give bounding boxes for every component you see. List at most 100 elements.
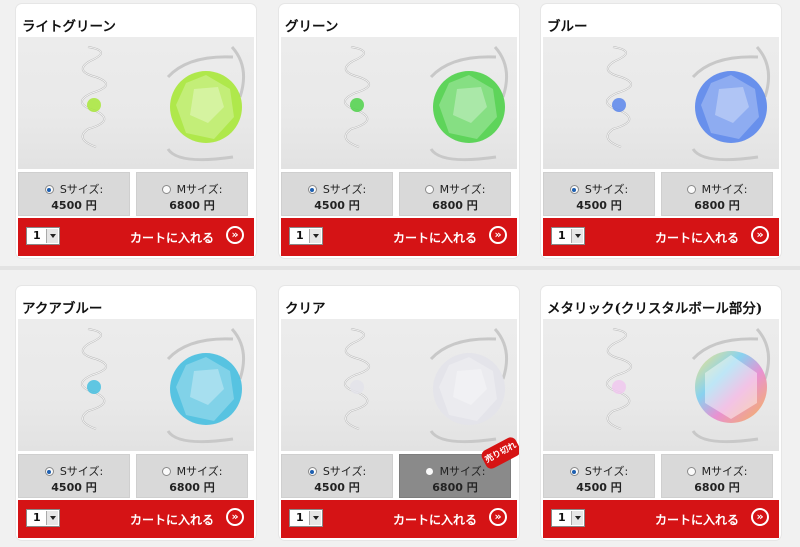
size-s-option[interactable]: Sサイズ: 4500 円 xyxy=(281,454,393,498)
cart-bar: 1 カートに入れる » xyxy=(18,500,254,538)
product-card: アクアブルー Sサイズ: 4500 円 Mサイズ: 6800 円 1 カートに入… xyxy=(16,286,256,540)
product-card: メタリック(クリスタルボール部分) Sサイズ: 4500 円 Mサイズ: 680… xyxy=(541,286,781,540)
size-s-option[interactable]: Sサイズ: 4500 円 xyxy=(18,454,130,498)
quantity-select[interactable]: 1 xyxy=(289,509,323,527)
size-m-option[interactable]: Mサイズ: 6800 円 xyxy=(661,454,773,498)
quantity-select[interactable]: 1 xyxy=(26,509,60,527)
product-title: グリーン xyxy=(285,19,339,35)
size-s-price: 4500 円 xyxy=(51,199,97,212)
size-m-option[interactable]: Mサイズ: 6800 円 xyxy=(399,172,511,216)
radio-s[interactable] xyxy=(307,467,317,476)
product-title: アクアブルー xyxy=(22,301,103,317)
size-s-label: Sサイズ: xyxy=(322,183,367,196)
size-m-option[interactable]: Mサイズ: 6800 円 xyxy=(136,454,248,498)
chevron-down-icon[interactable] xyxy=(46,511,58,525)
chevron-right-circle-icon[interactable]: » xyxy=(226,508,244,526)
product-card: ブルー Sサイズ: 4500 円 Mサイズ: 6800 円 1 カートに入れる … xyxy=(541,4,781,258)
radio-m[interactable] xyxy=(161,185,171,194)
chevron-right-circle-icon[interactable]: » xyxy=(489,508,507,526)
size-s-label: Sサイズ: xyxy=(59,183,104,196)
size-m-price: 6800 円 xyxy=(694,481,740,494)
chevron-down-icon[interactable] xyxy=(309,229,321,243)
size-s-price: 4500 円 xyxy=(576,199,622,212)
size-s-price: 4500 円 xyxy=(314,199,360,212)
chevron-right-circle-icon[interactable]: » xyxy=(226,226,244,244)
cart-bar: 1 カートに入れる » xyxy=(543,218,779,256)
size-m-label: Mサイズ: xyxy=(701,183,748,196)
chevron-down-icon[interactable] xyxy=(571,511,583,525)
add-to-cart-button[interactable]: カートに入れる xyxy=(130,229,214,246)
radio-s[interactable] xyxy=(44,467,54,476)
radio-m[interactable] xyxy=(686,185,696,194)
size-m-label: Mサイズ: xyxy=(176,183,223,196)
size-s-label: Sサイズ: xyxy=(584,465,629,478)
row-divider xyxy=(0,266,800,270)
product-photo xyxy=(543,319,779,451)
radio-m[interactable] xyxy=(424,467,434,476)
radio-s[interactable] xyxy=(44,185,54,194)
size-s-price: 4500 円 xyxy=(51,481,97,494)
size-m-option[interactable]: Mサイズ: 6800 円 xyxy=(661,172,773,216)
cart-bar: 1 カートに入れる » xyxy=(281,218,517,256)
cart-bar: 1 カートに入れる » xyxy=(18,218,254,256)
cart-bar: 1 カートに入れる » xyxy=(281,500,517,538)
add-to-cart-button[interactable]: カートに入れる xyxy=(393,511,477,528)
radio-s[interactable] xyxy=(569,185,579,194)
quantity-select[interactable]: 1 xyxy=(551,227,585,245)
quantity-select[interactable]: 1 xyxy=(551,509,585,527)
product-photo xyxy=(18,319,254,451)
radio-m[interactable] xyxy=(424,185,434,194)
size-m-option[interactable]: Mサイズ: 6800 円 xyxy=(136,172,248,216)
radio-m[interactable] xyxy=(161,467,171,476)
chevron-down-icon[interactable] xyxy=(571,229,583,243)
size-s-label: Sサイズ: xyxy=(584,183,629,196)
product-title: ライトグリーン xyxy=(22,19,116,35)
size-s-price: 4500 円 xyxy=(576,481,622,494)
product-photo xyxy=(543,37,779,169)
size-m-price: 6800 円 xyxy=(432,481,478,494)
chevron-down-icon[interactable] xyxy=(46,229,58,243)
size-s-price: 4500 円 xyxy=(314,481,360,494)
quantity-value: 1 xyxy=(33,229,41,242)
size-m-price: 6800 円 xyxy=(169,481,215,494)
product-card: ライトグリーン Sサイズ: 4500 円 Mサイズ: 6800 円 1 カートに… xyxy=(16,4,256,258)
size-s-option[interactable]: Sサイズ: 4500 円 xyxy=(543,172,655,216)
chevron-right-circle-icon[interactable]: » xyxy=(751,226,769,244)
quantity-select[interactable]: 1 xyxy=(26,227,60,245)
size-s-option[interactable]: Sサイズ: 4500 円 xyxy=(543,454,655,498)
quantity-select[interactable]: 1 xyxy=(289,227,323,245)
product-photo xyxy=(18,37,254,169)
add-to-cart-button[interactable]: カートに入れる xyxy=(393,229,477,246)
add-to-cart-button[interactable]: カートに入れる xyxy=(655,511,739,528)
product-photo xyxy=(281,37,517,169)
size-m-label: Mサイズ: xyxy=(439,465,486,478)
chevron-right-circle-icon[interactable]: » xyxy=(489,226,507,244)
product-title: ブルー xyxy=(547,19,588,35)
size-s-option[interactable]: Sサイズ: 4500 円 xyxy=(281,172,393,216)
add-to-cart-button[interactable]: カートに入れる xyxy=(130,511,214,528)
chevron-down-icon[interactable] xyxy=(309,511,321,525)
size-m-label: Mサイズ: xyxy=(701,465,748,478)
quantity-value: 1 xyxy=(558,229,566,242)
size-m-label: Mサイズ: xyxy=(439,183,486,196)
size-m-price: 6800 円 xyxy=(169,199,215,212)
radio-s[interactable] xyxy=(307,185,317,194)
quantity-value: 1 xyxy=(33,511,41,524)
radio-m[interactable] xyxy=(686,467,696,476)
product-title: メタリック(クリスタルボール部分) xyxy=(547,301,763,317)
add-to-cart-button[interactable]: カートに入れる xyxy=(655,229,739,246)
product-grid: ライトグリーン Sサイズ: 4500 円 Mサイズ: 6800 円 1 カートに… xyxy=(0,0,800,547)
product-title: クリア xyxy=(285,301,326,317)
product-photo xyxy=(281,319,517,451)
quantity-value: 1 xyxy=(296,229,304,242)
product-card: クリア Sサイズ: 4500 円 Mサイズ: 6800 円 売り切れ 1 カート… xyxy=(279,286,519,540)
product-card: グリーン Sサイズ: 4500 円 Mサイズ: 6800 円 1 カートに入れる… xyxy=(279,4,519,258)
size-m-price: 6800 円 xyxy=(432,199,478,212)
size-s-option[interactable]: Sサイズ: 4500 円 xyxy=(18,172,130,216)
size-m-option[interactable]: Mサイズ: 6800 円 売り切れ xyxy=(399,435,519,498)
radio-s[interactable] xyxy=(569,467,579,476)
cart-bar: 1 カートに入れる » xyxy=(543,500,779,538)
chevron-right-circle-icon[interactable]: » xyxy=(751,508,769,526)
size-m-price: 6800 円 xyxy=(694,199,740,212)
quantity-value: 1 xyxy=(558,511,566,524)
